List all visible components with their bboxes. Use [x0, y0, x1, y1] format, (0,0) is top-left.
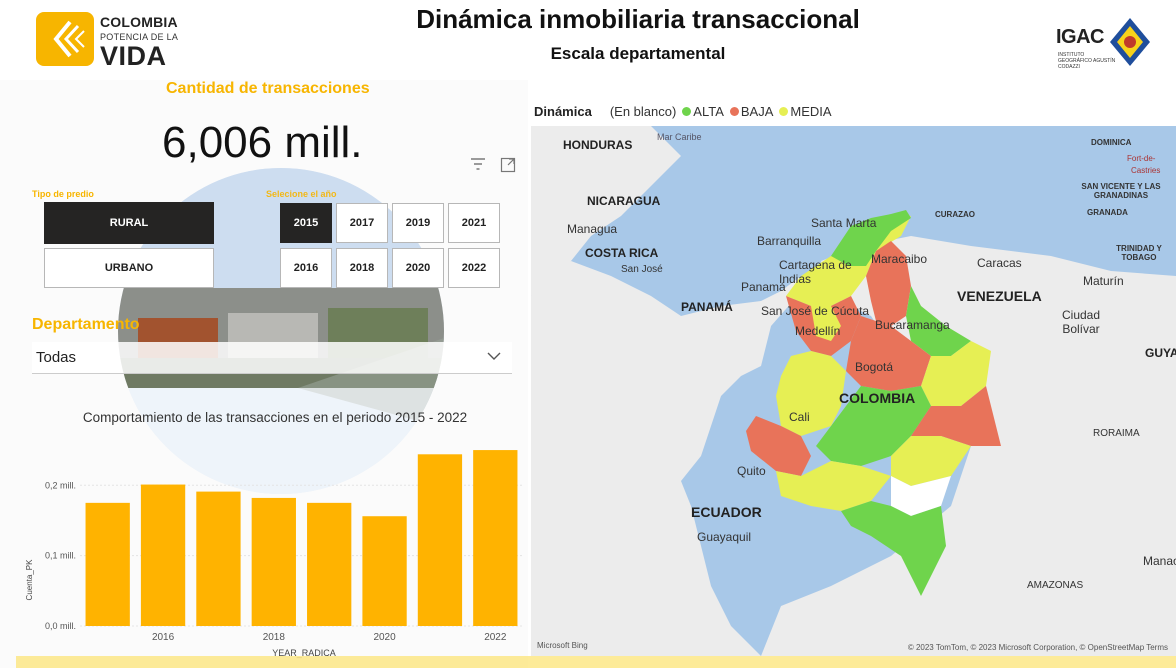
- x-tick-label: 2016: [152, 632, 175, 643]
- filter-icon[interactable]: [470, 157, 486, 171]
- map-label-caracas: Caracas: [977, 256, 1022, 270]
- departamento-dropdown[interactable]: Todas: [32, 342, 512, 374]
- map-label-quito: Quito: [737, 464, 766, 478]
- map-label-dominica: DOMINICA: [1091, 138, 1132, 147]
- logo-text-vida: VIDA: [100, 41, 167, 71]
- y-tick-label: 0,2 mill.: [45, 480, 76, 490]
- bar-2017[interactable]: [196, 491, 241, 626]
- page-subtitle: Escala departamental: [550, 44, 726, 63]
- map-label-santa-marta: Santa Marta: [811, 216, 877, 230]
- bar-2020[interactable]: [362, 516, 407, 626]
- colombia-logo-icon: [36, 12, 94, 66]
- map-label-manaos: Manao: [1143, 554, 1176, 568]
- map-label-fort: Fort-de-: [1127, 154, 1156, 163]
- map-label-nicaragua: NICARAGUA: [587, 194, 661, 208]
- map-label-bogota: Bogotá: [855, 360, 894, 374]
- tipo-predio-label: Tipo de predio: [32, 189, 94, 199]
- page-title: Dinámica inmobiliaria transaccional: [416, 4, 860, 34]
- legend-item-media[interactable]: MEDIA: [779, 104, 832, 119]
- igac-logo: IGAC INSTITUTO GEOGRÁFICO AGUSTÍN CODAZZ…: [1054, 14, 1154, 70]
- year-2016-button[interactable]: 2016: [280, 248, 332, 288]
- map-label-ciudad-bolivar: Ciudad Bolívar: [1061, 308, 1101, 336]
- map-label-cartagena: Cartagena de Indias: [779, 258, 852, 286]
- map-legend-title: Dinámica: [534, 104, 592, 119]
- map-label-castries: Castries: [1131, 166, 1161, 175]
- year-2018-button[interactable]: 2018: [336, 248, 388, 288]
- map-label-maturin: Maturín: [1083, 274, 1124, 288]
- bar-2022[interactable]: [473, 450, 518, 626]
- chart-title: Comportamiento de las transacciones en e…: [82, 410, 468, 425]
- map-label-colombia: COLOMBIA: [839, 390, 916, 406]
- map-label-san-vicente: SAN VICENTE Y LAS GRANADINAS: [1081, 182, 1161, 200]
- x-tick-label: 2022: [484, 632, 507, 643]
- map-label-managua: Managua: [567, 222, 618, 236]
- map-label-roraima: RORAIMA: [1093, 428, 1140, 439]
- y-axis-label: Cuenta_PK: [25, 559, 34, 601]
- map-label-costa-rica: COSTA RICA: [585, 246, 659, 260]
- legend-item-alta[interactable]: ALTA: [682, 104, 724, 119]
- map-label-panama: PANAMÁ: [681, 300, 733, 314]
- map-label-barranquilla: Barranquilla: [757, 234, 822, 248]
- map-legend: Dinámica (En blanco) ALTA BAJA MEDIA: [534, 104, 832, 119]
- colombia-logo: COLOMBIA POTENCIA DE LA VIDA: [36, 8, 196, 70]
- map-label-amazonas: AMAZONAS: [1027, 580, 1084, 591]
- transactions-bar-chart: 0,0 mill. 0,1 mill. 0,2 mill. 2016 2018 2020…: [25, 450, 523, 658]
- map-label-granada: GRANADA: [1087, 208, 1128, 217]
- map-label-curazao: CURAZAO: [935, 210, 975, 219]
- bar-2019[interactable]: [307, 502, 352, 626]
- map-label-ecuador: ECUADOR: [691, 504, 762, 520]
- map-label-venezuela: VENEZUELA: [957, 288, 1042, 304]
- map-legend-blank: (En blanco): [609, 104, 677, 119]
- map-label-medellin: Medellín: [795, 324, 841, 338]
- bar-2016[interactable]: [140, 484, 186, 626]
- chevron-down-icon: [487, 352, 501, 360]
- year-2021-button[interactable]: 2021: [448, 203, 500, 243]
- bottom-bar: [16, 656, 1176, 668]
- map-label-guayaquil: Guayaquil: [697, 530, 752, 544]
- legend-item-baja[interactable]: BAJA: [729, 104, 773, 119]
- map-label-cali: Cali: [789, 410, 810, 424]
- map-label-trinidad: TRINIDAD Y TOBAGO: [1116, 244, 1162, 262]
- year-slicer-label: Selecione el año: [266, 189, 337, 199]
- departamento-value: Todas: [36, 349, 77, 366]
- igac-emblem-icon: [1110, 18, 1150, 66]
- kpi-value: 6,006 mill.: [162, 118, 363, 167]
- map-label-maracaibo: Maracaibo: [871, 252, 928, 266]
- year-2017-button[interactable]: 2017: [336, 203, 388, 243]
- map-label-san-jose: San José: [621, 264, 663, 275]
- igac-logo-subtext: INSTITUTO GEOGRÁFICO AGUSTÍN CODAZZI: [1058, 52, 1116, 70]
- bar-2018[interactable]: [251, 497, 296, 626]
- logo-text-colombia: COLOMBIA: [100, 14, 178, 30]
- tipo-urbano-button[interactable]: URBANO: [44, 248, 214, 288]
- igac-logo-text: IGAC: [1056, 26, 1105, 48]
- map-label-honduras: HONDURAS: [563, 138, 633, 152]
- kpi-title: Cantidad de transacciones: [166, 80, 370, 97]
- map-label-cucuta: San José de Cúcuta: [761, 304, 870, 318]
- year-2020-button[interactable]: 2020: [392, 248, 444, 288]
- bar-2015[interactable]: [85, 502, 130, 626]
- y-tick-label: 0,1 mill.: [45, 551, 76, 561]
- departamento-label: Departamento: [32, 316, 140, 333]
- year-2015-button[interactable]: 2015: [280, 203, 332, 243]
- year-2022-button[interactable]: 2022: [448, 248, 500, 288]
- x-tick-label: 2018: [263, 632, 286, 643]
- map-label-guya: GUYA: [1145, 346, 1176, 360]
- map-credit[interactable]: © 2023 TomTom, © 2023 Microsoft Corporat…: [908, 643, 1168, 652]
- x-tick-label: 2020: [373, 632, 396, 643]
- colombia-map[interactable]: HONDURAS Mar Caribe NICARAGUA Managua CO…: [531, 126, 1176, 656]
- map-label-bucaramanga: Bucaramanga: [875, 318, 950, 332]
- year-2019-button[interactable]: 2019: [392, 203, 444, 243]
- y-tick-label: 0,0 mill.: [45, 621, 76, 631]
- bing-logo: Microsoft Bing: [537, 641, 588, 650]
- tipo-rural-button[interactable]: RURAL: [44, 202, 214, 244]
- map-label-mar-caribe: Mar Caribe: [657, 132, 702, 142]
- focus-mode-icon[interactable]: [500, 157, 516, 173]
- bar-2021[interactable]: [417, 454, 463, 626]
